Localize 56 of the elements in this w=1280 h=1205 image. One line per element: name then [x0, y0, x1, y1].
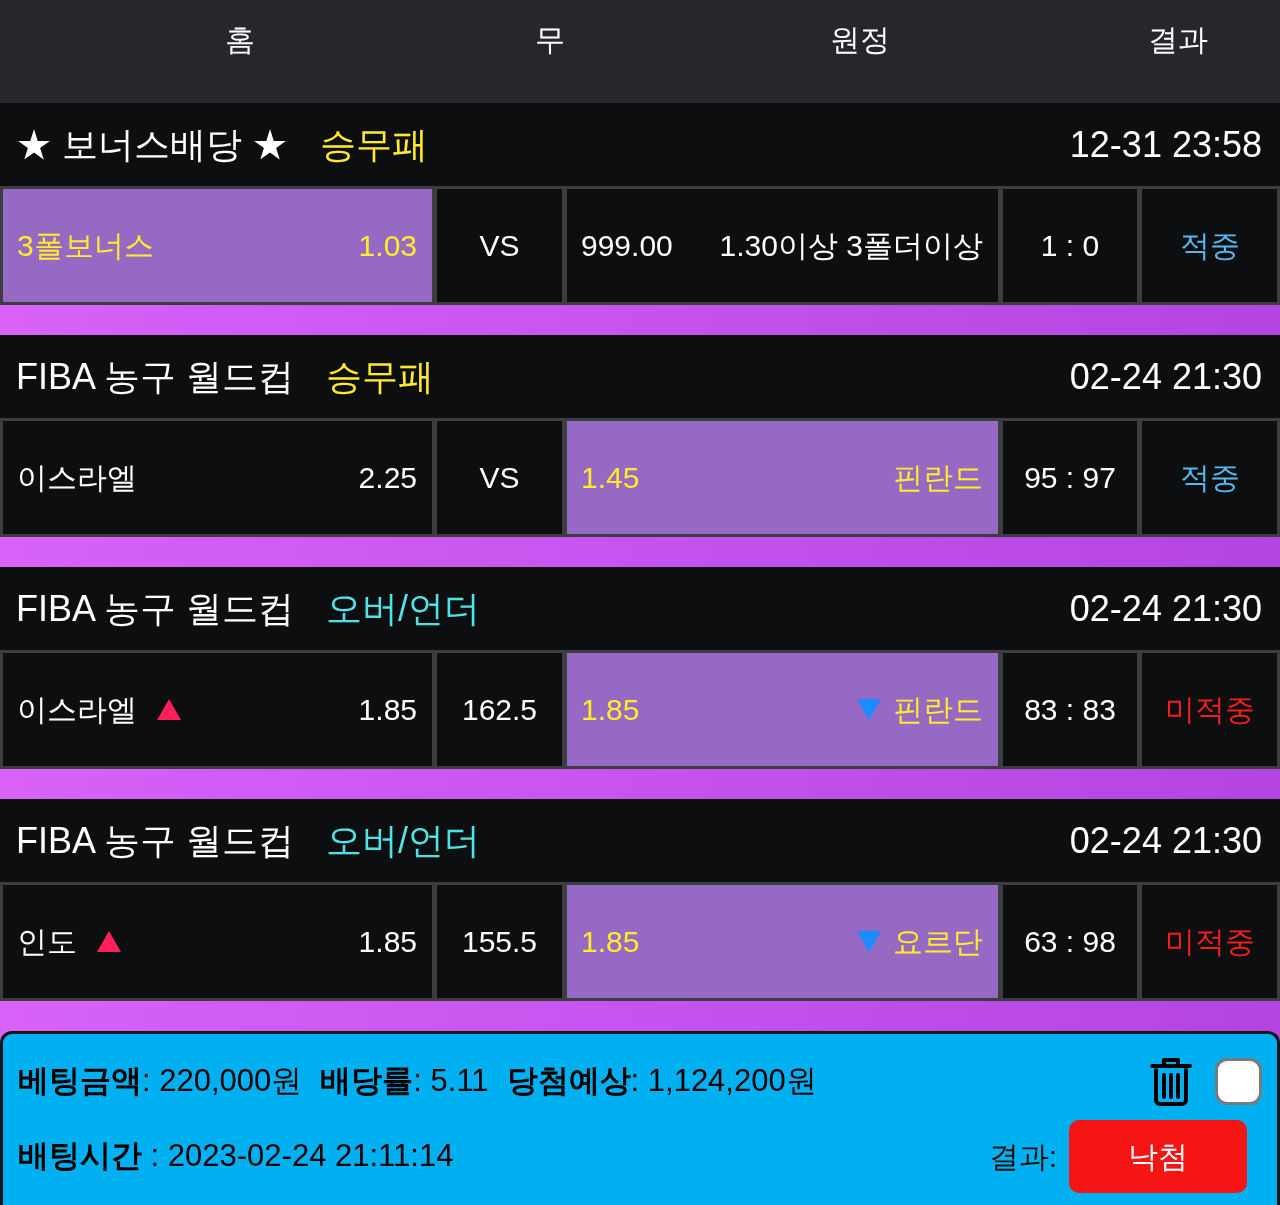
triangle-up-icon [157, 699, 181, 720]
team-name: 이스라엘 [17, 460, 137, 496]
triangle-up-icon [97, 931, 121, 952]
team-name: 인도 [17, 924, 77, 960]
odds-value: 1.85 [581, 692, 640, 728]
league-name: FIBA 농구 월드컵 [16, 818, 295, 863]
draw-cell: VS [437, 189, 562, 302]
result-cell: 적중 [1142, 189, 1277, 302]
column-heading: 홈 [225, 22, 255, 58]
match-time: 02-24 21:30 [1069, 586, 1262, 631]
draw-cell: 155.5 [437, 885, 562, 998]
result-label: 결과: [988, 1138, 1057, 1175]
match-time: 02-24 21:30 [1069, 818, 1262, 863]
league-name: FIBA 농구 월드컵 [16, 354, 295, 399]
bet-time: 배팅시간 : 2023-02-24 21:11:14 [18, 1136, 454, 1175]
odds-value: 1.45 [581, 460, 640, 496]
bet-stat: 베팅금액: 220,000원 [18, 1061, 303, 1100]
score-cell: 1 : 0 [1003, 189, 1137, 302]
checkbox[interactable] [1215, 1057, 1262, 1105]
score-cell: 95 : 97 [1003, 421, 1137, 534]
bet-stat: 당첨예상: 1,124,200원 [506, 1061, 817, 1100]
draw-cell: VS [437, 421, 562, 534]
league-name: FIBA 농구 월드컵 [16, 586, 295, 631]
team-name: 요르단 [893, 924, 983, 960]
odds-value: 1.85 [358, 692, 417, 728]
draw-cell: 162.5 [437, 653, 562, 766]
market-label: 오버/언더 [326, 586, 481, 631]
odds-value: 2.25 [358, 460, 417, 496]
trash-icon[interactable] [1149, 1056, 1193, 1106]
team-name: 1.30이상 3폴더이상 [719, 228, 983, 264]
odds-value: 1.85 [358, 924, 417, 960]
triangle-down-icon [857, 931, 881, 952]
team-name: 핀란드 [893, 460, 983, 496]
team-name: 이스라엘 [17, 692, 137, 728]
match-time: 02-24 21:30 [1069, 354, 1262, 399]
result-cell: 미적중 [1142, 885, 1277, 998]
odds-value: 999.00 [581, 228, 673, 264]
team-name: 핀란드 [893, 692, 983, 728]
column-heading: 원정 [830, 22, 890, 58]
result-cell: 적중 [1142, 421, 1277, 534]
triangle-down-icon [857, 699, 881, 720]
result-cell: 미적중 [1142, 653, 1277, 766]
market-label: 승무패 [326, 354, 435, 399]
result-button[interactable]: 낙첨 [1069, 1119, 1247, 1193]
market-label: 승무패 [320, 122, 428, 167]
market-label: 오버/언더 [326, 818, 481, 863]
team-name: 3폴보너스 [17, 228, 154, 264]
match-time: 12-31 23:58 [1069, 122, 1262, 167]
league-name: ★ 보너스배당 ★ [16, 122, 288, 167]
score-cell: 63 : 98 [1003, 885, 1137, 998]
score-cell: 83 : 83 [1003, 653, 1137, 766]
odds-value: 1.03 [358, 228, 417, 264]
odds-value: 1.85 [581, 924, 640, 960]
column-heading: 결과 [1148, 22, 1208, 58]
column-heading: 무 [535, 22, 565, 58]
bet-stat: 배당률: 5.11 [320, 1061, 489, 1100]
